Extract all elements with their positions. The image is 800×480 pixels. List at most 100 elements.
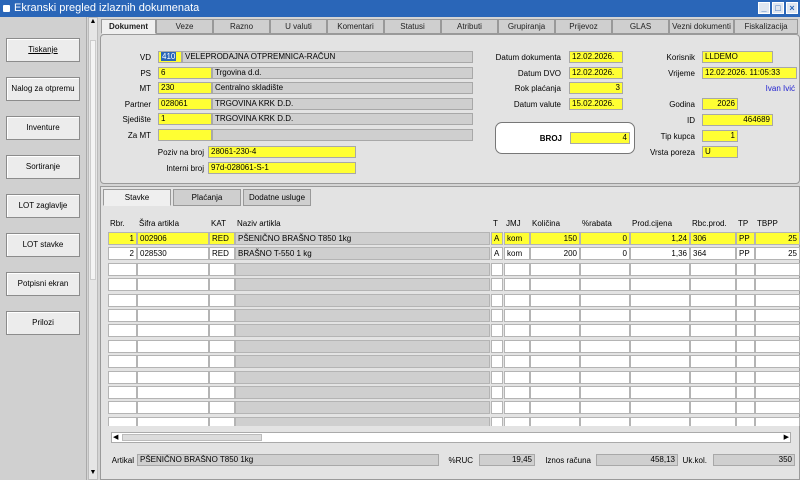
grid-cell-rbr[interactable] [108,386,137,399]
grid-cell-t[interactable] [491,309,503,322]
grid-cell-rabat[interactable]: 0 [580,247,630,261]
grid-cell-sifra-artikla[interactable] [137,293,209,307]
tab-razno[interactable]: Razno [213,19,270,34]
grid-cell-tbpp[interactable] [755,324,800,338]
grid-cell-tbpp[interactable] [755,339,800,353]
grid-cell-jmj[interactable] [504,278,530,292]
grid-cell-rbr[interactable] [108,293,137,307]
grid-cell-sifra-artikla[interactable] [137,339,209,353]
tab-u-valuti[interactable]: U valuti [270,19,327,34]
grid-cell-sifra-artikla[interactable] [137,355,209,369]
grid-cell-rbc-prod[interactable] [690,339,736,353]
grid-cell-prod-cijena[interactable] [630,293,690,307]
horizontal-scroll-thumb[interactable] [122,434,262,441]
grid-cell-naziv-artikla[interactable] [235,324,490,338]
grid-cell-prod-cijena[interactable] [630,262,690,276]
grid-cell-rbr[interactable] [108,416,137,426]
vd-code-field[interactable]: 410 [158,51,182,63]
grid-cell-kolicina[interactable]: 150 [530,232,580,245]
grid-cell-tbpp[interactable] [755,293,800,307]
table-row[interactable]: 2 028530 RED BRAŠNO T-550 1 kg Akom 200 0 1,36 3… [108,247,800,261]
tab-dodatne-usluge[interactable]: Dodatne usluge [243,189,311,206]
tab-prijevoz[interactable]: Prijevoz [555,19,612,34]
grid-cell-tbpp[interactable] [755,309,800,322]
grid-cell-t[interactable] [491,386,503,399]
scroll-left-icon[interactable]: ◀ [113,433,118,442]
grid-cell-prod-cijena[interactable] [630,370,690,384]
tab-komentari[interactable]: Komentari [327,19,384,34]
table-row[interactable] [108,262,800,277]
table-row[interactable]: 1 002906 RED PŠENIČNO BRAŠNO T850 1kg Akom 15… [108,232,800,246]
grid-cell-kat[interactable] [209,293,235,307]
broj-field[interactable]: 4 [570,132,630,144]
grid-cell-rbr[interactable] [108,262,137,276]
grid-cell-rbc-prod[interactable] [690,262,736,276]
grid-cell-kolicina[interactable] [530,355,580,369]
grid-cell-rbr[interactable] [108,278,137,292]
grid-cell-jmj[interactable]: kom [504,247,530,261]
scroll-up-icon[interactable]: ▲ [89,18,97,28]
grid-cell-tbpp[interactable] [755,355,800,369]
grid-cell-tp[interactable] [736,386,755,399]
grid-cell-tp[interactable] [736,293,755,307]
grid-cell-rabat[interactable] [580,339,630,353]
grid-cell-jmj[interactable] [504,309,530,322]
table-row[interactable] [108,386,800,400]
column-header-prod-cijena[interactable]: Prod.cijena [632,218,672,229]
grid-cell-sifra-artikla[interactable]: 028530 [137,247,209,261]
column-header-tbpp[interactable]: TBPP [757,218,778,229]
grid-cell-rbc-prod[interactable] [690,401,736,415]
grid-cell-jmj[interactable] [504,355,530,369]
grid-cell-rbc-prod[interactable] [690,324,736,338]
tab-grupiranja[interactable]: Grupiranja [498,19,555,34]
vrsta-poreza-field[interactable]: U [702,146,738,158]
column-header-kat[interactable]: KAT [211,218,226,229]
rok-placanja-field[interactable]: 3 [569,82,623,94]
grid-cell-rabat[interactable] [580,416,630,426]
column-header-kolicina[interactable]: Količina [532,218,560,229]
grid-cell-sifra-artikla[interactable] [137,278,209,292]
grid-cell-rbr[interactable] [108,309,137,322]
grid-cell-naziv-artikla[interactable] [235,386,490,399]
grid-cell-t[interactable] [491,262,503,276]
grid-cell-t[interactable]: A [491,232,503,245]
grid-cell-tp[interactable] [736,262,755,276]
grid-cell-rbc-prod[interactable] [690,293,736,307]
prilozi-button[interactable]: Prilozi [6,311,80,335]
column-header-sifra-artikla[interactable]: Šifra artikla [139,218,179,229]
grid-cell-sifra-artikla[interactable] [137,262,209,276]
grid-cell-kolicina[interactable] [530,309,580,322]
grid-cell-sifra-artikla[interactable] [137,416,209,426]
grid-cell-rbc-prod[interactable]: 306 [690,232,736,245]
grid-cell-rabat[interactable] [580,278,630,292]
grid-cell-naziv-artikla[interactable] [235,370,490,384]
grid-cell-tp[interactable] [736,370,755,384]
column-header-t[interactable]: T [493,218,498,229]
grid-cell-tp[interactable] [736,324,755,338]
grid-cell-rbc-prod[interactable] [690,309,736,322]
grid-cell-tp[interactable]: PP [736,247,755,261]
tab-fiskalizacija[interactable]: Fiskalizacija [734,19,798,34]
poziv-na-broj-field[interactable]: 28061-230-4 [208,146,356,158]
grid-cell-tp[interactable] [736,416,755,426]
grid-cell-sifra-artikla[interactable] [137,309,209,322]
grid-cell-prod-cijena[interactable] [630,355,690,369]
grid-cell-tp[interactable] [736,339,755,353]
table-row[interactable] [108,324,800,338]
tab-stavke[interactable]: Stavke [103,189,171,206]
grid-cell-kat[interactable] [209,278,235,292]
horizontal-scrollbar[interactable]: ◀ ▶ [111,432,791,443]
close-button[interactable]: × [786,2,798,14]
grid-cell-kat[interactable] [209,309,235,322]
grid-cell-naziv-artikla[interactable] [235,339,490,353]
grid-cell-rabat[interactable] [580,309,630,322]
scroll-down-icon[interactable]: ▼ [89,469,97,479]
scroll-thumb[interactable] [90,40,96,280]
grid-cell-rbc-prod[interactable]: 364 [690,247,736,261]
column-header-rbr[interactable]: Rbr. [110,218,125,229]
grid-cell-prod-cijena[interactable]: 1,36 [630,247,690,261]
table-row[interactable] [108,401,800,415]
grid-cell-naziv-artikla[interactable] [235,278,490,292]
grid-cell-rabat[interactable] [580,370,630,384]
grid-cell-t[interactable] [491,416,503,426]
